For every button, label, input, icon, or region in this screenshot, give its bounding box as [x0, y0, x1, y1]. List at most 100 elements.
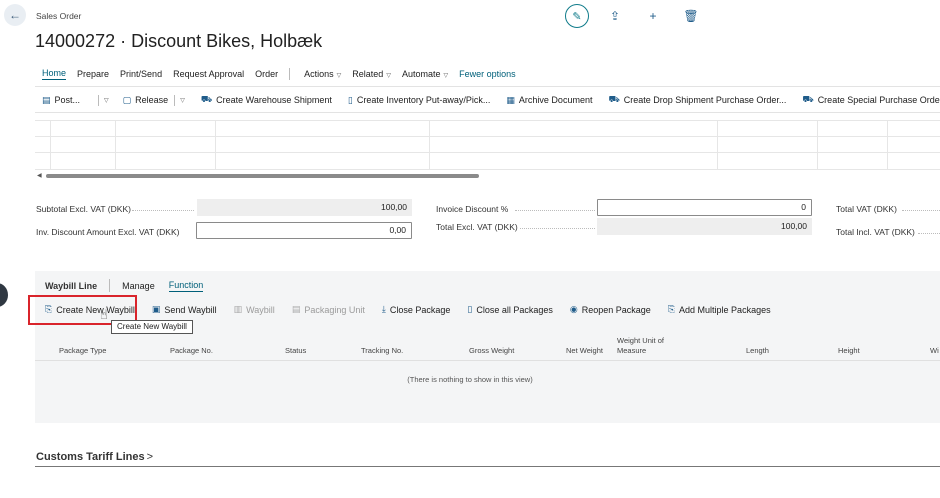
subtotal-label: Subtotal Excl. VAT (DKK): [36, 204, 131, 214]
col-weight-unit-line1: Weight Unit of: [617, 336, 664, 345]
create-inventory-putaway-label: Create Inventory Put-away/Pick...: [356, 95, 491, 105]
release-dropdown-icon[interactable]: ▽: [180, 97, 185, 104]
packaging-unit-button[interactable]: ▤ Packaging Unit: [292, 304, 365, 315]
add-multiple-packages-label: Add Multiple Packages: [679, 304, 771, 315]
menu-related-label: Related: [352, 69, 384, 79]
horizontal-scrollbar[interactable]: [46, 174, 479, 178]
page-actions: ✎ ⇪ + 🗑: [565, 4, 710, 28]
menu-fewer-options[interactable]: Fewer options: [459, 69, 516, 79]
col-gross-weight[interactable]: Gross Weight: [469, 346, 514, 356]
col-status[interactable]: Status: [285, 346, 306, 356]
release-icon: ▢: [122, 94, 132, 105]
post-dropdown-icon[interactable]: ▽: [104, 97, 109, 104]
create-drop-shipment-button[interactable]: ⛟ Create Drop Shipment Purchase Order...: [608, 94, 786, 106]
menu-actions[interactable]: Actions ▽: [304, 69, 341, 79]
menu-home[interactable]: Home: [42, 68, 67, 80]
inv-discount-amount-input[interactable]: 0,00: [196, 222, 412, 239]
release-button[interactable]: ▢ Release: [123, 95, 169, 106]
close-all-packages-button[interactable]: ▯ Close all Packages: [467, 304, 553, 315]
menu-order[interactable]: Order: [255, 69, 278, 79]
post-button[interactable]: ▤ Post...: [42, 95, 80, 106]
total-excl-vat-label: Total Excl. VAT (DKK): [436, 222, 518, 232]
close-package-label: Close Package: [389, 304, 451, 315]
grid-col-line: [50, 120, 51, 170]
col-height[interactable]: Height: [838, 346, 860, 356]
post-icon: ▤: [42, 94, 51, 105]
grid-row-line: [35, 120, 940, 121]
new-document-icon: ⎘: [667, 304, 676, 314]
col-weight-unit[interactable]: Weight Unit of Measure: [617, 336, 664, 356]
chevron-down-icon: ▽: [443, 73, 449, 79]
grid-col-line: [115, 120, 116, 170]
col-net-weight[interactable]: Net Weight: [566, 346, 603, 356]
empty-list-message: (There is nothing to show in this view): [0, 375, 940, 384]
create-inventory-putaway-button[interactable]: ▯ Create Inventory Put-away/Pick...: [348, 95, 491, 106]
chevron-down-icon: ▽: [336, 73, 342, 79]
reopen-package-button[interactable]: ◉ Reopen Package: [570, 304, 651, 315]
waybill-line-title: Waybill Line: [45, 280, 98, 291]
send-icon: ▣: [151, 304, 161, 314]
action-menu: Home Prepare Print/Send Request Approval…: [42, 68, 527, 80]
tab-function[interactable]: Function: [168, 280, 204, 292]
inv-discount-amount-label: Inv. Discount Amount Excl. VAT (DKK): [36, 227, 180, 237]
create-warehouse-shipment-button[interactable]: ⛟ Create Warehouse Shipment: [201, 94, 332, 106]
send-waybill-button[interactable]: ▣ Send Waybill: [152, 304, 217, 315]
grid-col-line: [717, 120, 718, 170]
dotted-leader: [132, 210, 194, 211]
col-package-type[interactable]: Package Type: [59, 346, 106, 356]
menu-automate-label: Automate: [401, 69, 441, 79]
send-waybill-label: Send Waybill: [164, 304, 217, 315]
split-divider: [98, 94, 100, 106]
reopen-icon: ◉: [569, 304, 578, 314]
col-package-no[interactable]: Package No.: [170, 346, 213, 356]
waybill-button[interactable]: ▥ Waybill: [234, 304, 275, 315]
edit-button[interactable]: ✎: [565, 4, 589, 28]
tab-manage[interactable]: Manage: [122, 281, 155, 291]
menu-related[interactable]: Related ▽: [352, 69, 391, 79]
back-button[interactable]: ←: [4, 4, 26, 26]
col-width[interactable]: Wi: [930, 346, 939, 356]
reopen-package-label: Reopen Package: [581, 304, 651, 315]
menu-request-approval[interactable]: Request Approval: [173, 69, 244, 79]
col-length[interactable]: Length: [746, 346, 769, 356]
breadcrumb: Sales Order: [36, 11, 82, 21]
col-tracking-no[interactable]: Tracking No.: [361, 346, 403, 356]
create-warehouse-shipment-label: Create Warehouse Shipment: [216, 95, 332, 105]
create-special-purchase-label: Create Special Purchase Order...: [817, 95, 940, 105]
grid-col-line: [887, 120, 888, 170]
action-bar: ▤ Post... ▽ ▢ Release ▽ ⛟ Create Warehouse …: [42, 94, 940, 106]
add-multiple-packages-button[interactable]: ⎘ Add Multiple Packages: [668, 304, 771, 315]
action-bar-divider: [35, 112, 940, 113]
menu-actions-label: Actions: [304, 69, 334, 79]
menu-prepare[interactable]: Prepare: [77, 69, 109, 79]
menu-print-send[interactable]: Print/Send: [120, 69, 162, 79]
pointer-cursor-icon: ☝: [100, 307, 108, 322]
dotted-leader: [515, 210, 595, 211]
create-special-purchase-button[interactable]: ⛟ Create Special Purchase Order...: [802, 94, 940, 106]
total-vat-label: Total VAT (DKK): [836, 204, 897, 214]
side-indicator: [0, 283, 8, 307]
delete-button[interactable]: 🗑: [672, 5, 710, 27]
menu-divider-line: [35, 86, 940, 87]
customs-tariff-lines-header[interactable]: Customs Tariff Lines >: [36, 451, 153, 463]
split-divider: [174, 94, 176, 106]
waybill-tabs: Waybill Line Manage Function: [45, 279, 217, 292]
release-label: Release: [135, 95, 169, 105]
close-package-button[interactable]: ⤓ Close Package: [382, 304, 451, 315]
subtotal-value: 100,00: [197, 199, 412, 216]
new-button[interactable]: +: [634, 5, 672, 27]
menu-automate[interactable]: Automate ▽: [402, 69, 448, 79]
download-icon: ⤓: [381, 304, 386, 314]
share-button[interactable]: ⇪: [596, 5, 634, 27]
empty-list-text: (There is nothing to show in this view): [407, 375, 533, 384]
invoice-discount-pct-input[interactable]: 0: [597, 199, 812, 216]
customs-divider: [35, 466, 940, 467]
col-weight-unit-line2: Measure: [617, 346, 647, 355]
create-drop-shipment-label: Create Drop Shipment Purchase Order...: [623, 95, 787, 105]
archive-document-label: Archive Document: [518, 95, 593, 105]
grid-row-line: [35, 152, 940, 153]
archive-document-button[interactable]: ▦ Archive Document: [506, 95, 592, 106]
chevron-down-icon: ▽: [386, 73, 391, 79]
total-excl-vat-value: 100,00: [597, 218, 812, 235]
scroll-left-icon[interactable]: ◀: [37, 172, 42, 179]
